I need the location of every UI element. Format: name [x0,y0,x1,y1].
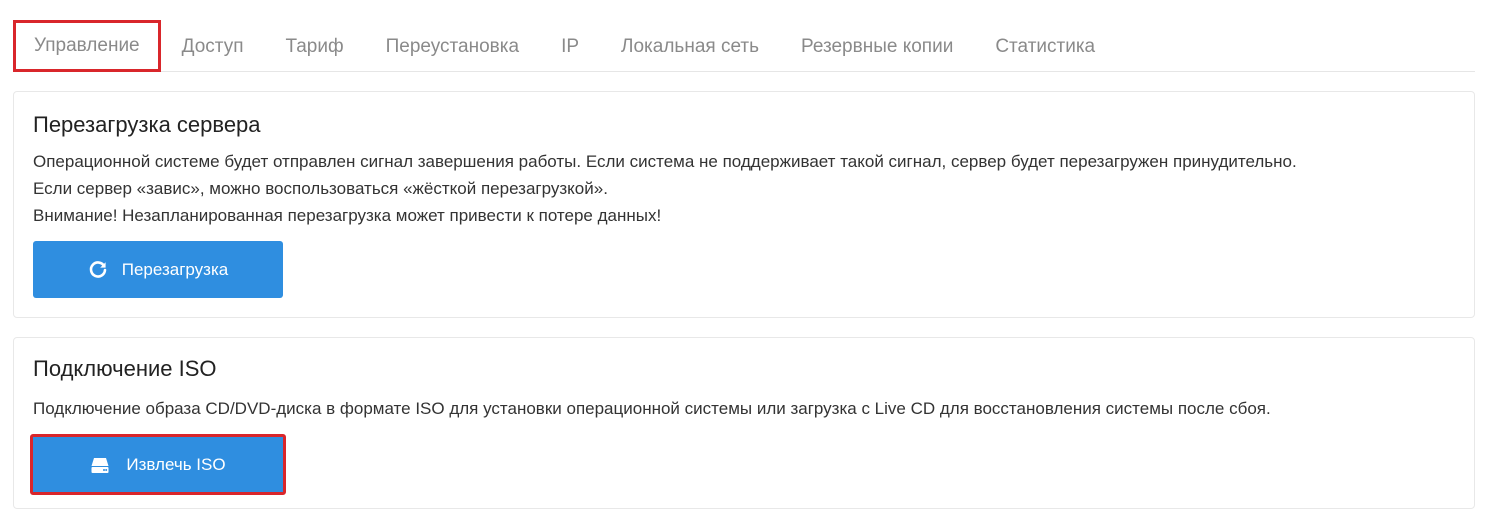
server-management-panel: Управление Доступ Тариф Переустановка IP… [0,0,1492,518]
reboot-warning-line: Внимание! Незапланированная перезагрузка… [33,206,662,225]
reboot-button-label: Перезагрузка [121,259,229,279]
tab-backups[interactable]: Резервные копии [780,22,974,72]
tab-ip[interactable]: IP [540,22,600,72]
iso-description: Подключение образа CD/DVD-диска в формат… [33,399,1271,418]
iso-title: Подключение ISO [33,356,217,381]
tab-management[interactable]: Управление [13,19,161,72]
reboot-description-line: Если сервер «завис», можно воспользовать… [33,179,608,198]
tab-local-network[interactable]: Локальная сеть [600,22,780,72]
tab-statistics[interactable]: Статистика [974,22,1116,72]
tab-bar: Управление Доступ Тариф Переустановка IP… [13,19,1475,72]
reboot-title: Перезагрузка сервера [33,112,261,137]
eject-iso-button[interactable]: Извлечь ISO [30,434,286,495]
tab-access[interactable]: Доступ [161,22,265,72]
tab-tariff[interactable]: Тариф [264,22,364,72]
reboot-description-line: Операционной системе будет отправлен сиг… [33,152,1297,171]
drive-icon [90,456,110,474]
reboot-button[interactable]: Перезагрузка [33,241,283,298]
iso-card: Подключение ISO Подключение образа CD/DV… [13,337,1475,509]
reboot-card: Перезагрузка сервера Операционной систем… [13,91,1475,318]
eject-iso-button-label: Извлечь ISO [126,454,226,474]
reboot-description: Операционной системе будет отправлен сиг… [33,148,1453,229]
tab-reinstall[interactable]: Переустановка [365,22,540,72]
refresh-icon [88,260,108,280]
